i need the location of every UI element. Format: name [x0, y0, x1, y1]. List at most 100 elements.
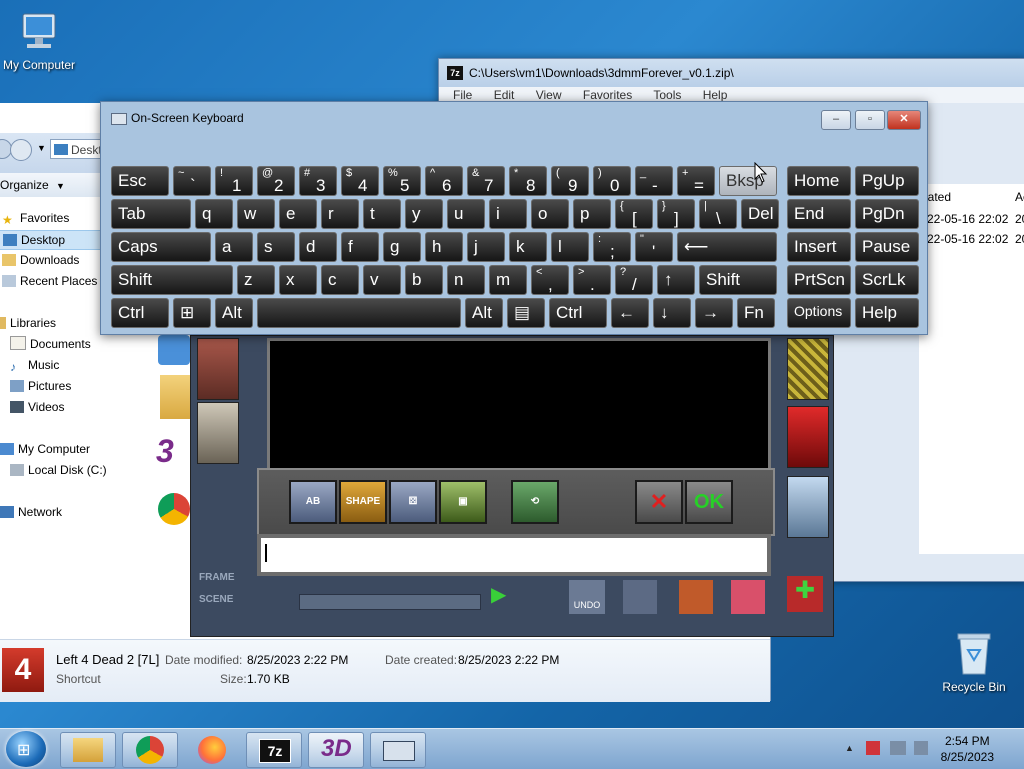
taskbar-explorer[interactable] — [60, 732, 116, 768]
key-w[interactable]: w — [237, 199, 275, 229]
on-screen-keyboard-window[interactable]: On-Screen Keyboard ‒ ▫ ✕ Esc ~ `! 1 @2 #3 $4% 5… — [100, 101, 928, 335]
key-[interactable]: ⊞ — [173, 298, 211, 328]
tree-videos[interactable]: Videos — [10, 398, 64, 416]
shape-button[interactable]: SHAPE — [339, 480, 387, 524]
minimize-button[interactable]: ‒ — [821, 110, 851, 130]
key-i[interactable]: i — [489, 199, 527, 229]
menu-file[interactable]: File — [453, 88, 472, 102]
sky-tile[interactable] — [787, 476, 829, 538]
key-ctrl[interactable]: Ctrl — [549, 298, 607, 328]
key-n[interactable]: n — [447, 265, 485, 295]
key-pgdn[interactable]: PgDn — [855, 199, 919, 229]
key-8[interactable]: * 8 — [509, 166, 547, 196]
tree-favorites[interactable]: ★ Favorites — [2, 209, 69, 227]
key-[interactable]: " ' — [635, 232, 673, 262]
key-shift[interactable]: Shift — [699, 265, 777, 295]
key-[interactable]: ⟵ — [677, 232, 777, 262]
key-[interactable]: :; — [593, 232, 631, 262]
clock[interactable]: 2:54 PM 8/25/2023 — [941, 733, 994, 765]
taskbar-chrome[interactable] — [122, 732, 178, 768]
key-z[interactable]: z — [237, 265, 275, 295]
font-button[interactable]: AB — [289, 480, 337, 524]
network-tray-icon[interactable] — [890, 741, 906, 755]
key-home[interactable]: Home — [787, 166, 851, 196]
key-[interactable]: >. — [573, 265, 611, 295]
tree-downloads[interactable]: Downloads — [2, 251, 79, 269]
menu-help[interactable]: Help — [703, 88, 728, 102]
key-help[interactable]: Help — [855, 298, 919, 328]
key-pgup[interactable]: PgUp — [855, 166, 919, 196]
3dmm-window[interactable]: AB SHAPE ⚄ ▣ ⟲ ✕ OK FRAME SCENE ▶ UNDO ✚ — [190, 335, 834, 637]
column-accessed[interactable]: Ac — [1015, 190, 1024, 204]
key-insert[interactable]: Insert — [787, 232, 851, 262]
key-pause[interactable]: Pause — [855, 232, 919, 262]
key-7[interactable]: & 7 — [467, 166, 505, 196]
key-[interactable]: → — [695, 298, 733, 328]
close-button[interactable]: ✕ — [887, 110, 921, 130]
key-[interactable]: ? / — [615, 265, 653, 295]
key-e[interactable]: e — [279, 199, 317, 229]
volume-icon[interactable] — [914, 741, 928, 755]
tree-documents[interactable]: Documents — [10, 335, 91, 353]
key-b[interactable]: b — [405, 265, 443, 295]
my-computer-desktop-icon[interactable]: My Computer — [0, 8, 84, 72]
key-bksp[interactable]: Bksp — [719, 166, 777, 196]
taskbar-7zip[interactable]: 7z — [246, 732, 302, 768]
menu-tools[interactable]: Tools — [653, 88, 681, 102]
recycle-bin-desktop-icon[interactable]: Recycle Bin — [929, 630, 1019, 694]
key-l[interactable]: l — [551, 232, 589, 262]
scene-slider[interactable] — [299, 594, 481, 610]
key-scrlk[interactable]: ScrLk — [855, 265, 919, 295]
key-9[interactable]: (9 — [551, 166, 589, 196]
key-3[interactable]: #3 — [299, 166, 337, 196]
key-[interactable]: ~ ` — [173, 166, 211, 196]
forward-button[interactable] — [10, 139, 32, 161]
red-tile[interactable] — [787, 406, 829, 468]
key-t[interactable]: t — [363, 199, 401, 229]
key-x[interactable]: x — [279, 265, 317, 295]
file-icon[interactable] — [158, 335, 190, 365]
chrome-shortcut-icon[interactable] — [158, 493, 190, 525]
menu-view[interactable]: View — [536, 88, 562, 102]
key-p[interactable]: p — [573, 199, 611, 229]
key-prtscn[interactable]: PrtScn — [787, 265, 851, 295]
cancel-button[interactable]: ✕ — [635, 480, 683, 524]
key-[interactable]: ↓ — [653, 298, 691, 328]
key-u[interactable]: u — [447, 199, 485, 229]
action-center-icon[interactable] — [866, 741, 880, 755]
tool-button[interactable] — [623, 580, 657, 614]
key-5[interactable]: % 5 — [383, 166, 421, 196]
tree-libraries[interactable]: Libraries — [0, 314, 56, 332]
start-button[interactable]: ⊞ — [6, 731, 46, 767]
tree-music[interactable]: ♪ Music — [10, 356, 59, 374]
tool-button[interactable] — [679, 580, 713, 614]
tree-recent-places[interactable]: Recent Places — [2, 272, 97, 290]
tray-arrow-icon[interactable]: ▲ — [845, 743, 854, 753]
folder-icon[interactable] — [160, 375, 190, 419]
key-[interactable]: ← — [611, 298, 649, 328]
chevron-down-icon[interactable]: ▼ — [37, 143, 46, 153]
key-[interactable]: {[ — [615, 199, 653, 229]
key-2[interactable]: @2 — [257, 166, 295, 196]
key-[interactable]: _ - — [635, 166, 673, 196]
zip-window-titlebar[interactable]: 7z C:\Users\vm1\Downloads\3dmmForever_v0… — [439, 59, 1024, 87]
key-esc[interactable]: Esc — [111, 166, 169, 196]
key-f[interactable]: f — [341, 232, 379, 262]
color-button[interactable]: ▣ — [439, 480, 487, 524]
key-alt[interactable]: Alt — [465, 298, 503, 328]
key-v[interactable]: v — [363, 265, 401, 295]
key-[interactable]: <, — [531, 265, 569, 295]
play-button[interactable]: ▶ — [491, 582, 519, 610]
key-4[interactable]: $4 — [341, 166, 379, 196]
key-space[interactable] — [257, 298, 461, 328]
organize-button[interactable]: Organize — [0, 178, 49, 192]
zip-file-list[interactable]: eated Ac 22-05-16 22:02 20 22-05-16 22:0… — [919, 184, 1024, 554]
add-button[interactable]: ✚ — [787, 576, 823, 612]
undo-button[interactable]: UNDO — [569, 580, 605, 614]
key-[interactable]: ↑ — [657, 265, 695, 295]
key-0[interactable]: ) 0 — [593, 166, 631, 196]
tree-my-computer[interactable]: My Computer — [0, 440, 90, 458]
ok-button[interactable]: OK — [685, 480, 733, 524]
taskbar-3dmm[interactable]: 3D — [308, 732, 364, 768]
key-q[interactable]: q — [195, 199, 233, 229]
